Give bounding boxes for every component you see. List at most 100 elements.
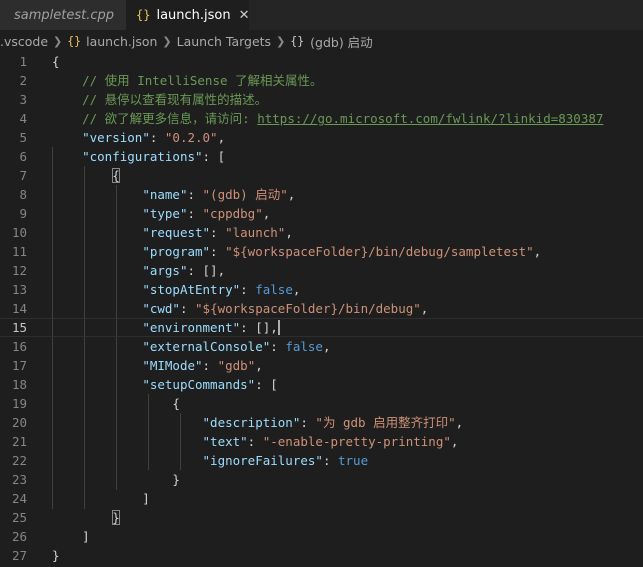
punctuation	[52, 377, 142, 392]
boolean-value: false	[285, 339, 323, 354]
punctuation: :	[300, 415, 316, 430]
code-line[interactable]: 22 "ignoreFailures": true	[0, 451, 643, 470]
code-line[interactable]: 17 "MIMode": "gdb",	[0, 356, 643, 375]
code-line[interactable]: 27}	[0, 546, 643, 565]
code-text: // 欲了解更多信息，请访问: https://go.microsoft.com…	[52, 109, 603, 128]
code-line[interactable]: 23 }	[0, 470, 643, 489]
string-value: "-enable-pretty-printing"	[262, 434, 451, 449]
code-text: // 使用 IntelliSense 了解相关属性。	[52, 71, 322, 90]
punctuation: :	[187, 206, 203, 221]
line-number: 27	[11, 548, 27, 563]
code-text: "configurations": [	[52, 147, 225, 166]
code-line[interactable]: 19 {	[0, 394, 643, 413]
punctuation: :	[240, 282, 256, 297]
code-line[interactable]: 12 "args": [],	[0, 261, 643, 280]
code-line[interactable]: 26 ]	[0, 527, 643, 546]
json-key: "stopAtEntry"	[142, 282, 241, 297]
punctuation: ,	[420, 301, 429, 316]
line-number: 23	[11, 472, 27, 487]
code-line[interactable]: 7 {	[0, 166, 643, 185]
code-text: "stopAtEntry": false,	[52, 280, 300, 299]
punctuation: : [],	[187, 263, 226, 278]
breadcrumb-item-launch-targets[interactable]: Launch Targets	[177, 34, 271, 49]
breadcrumb-item-launch-json[interactable]: launch.json	[86, 34, 157, 49]
code-text: {	[52, 394, 180, 413]
line-number: 7	[19, 168, 27, 183]
code-text: "name": "(gdb) 启动",	[52, 185, 295, 204]
json-key: "version"	[82, 130, 150, 145]
code-text: {	[52, 166, 120, 185]
json-key: "text"	[202, 434, 248, 449]
punctuation: : [],	[240, 320, 278, 335]
punctuation: ,	[255, 358, 263, 373]
code-text: ]	[52, 527, 90, 546]
code-line[interactable]: 21 "text": "-enable-pretty-printing",	[0, 432, 643, 451]
code-line[interactable]: 20 "description": "为 gdb 启用整齐打印",	[0, 413, 643, 432]
tab-launch-json[interactable]: {} launch.json ✕	[126, 0, 250, 30]
string-value: "cppdbg"	[202, 206, 263, 221]
code-line[interactable]: 11 "program": "${workspaceFolder}/bin/de…	[0, 242, 643, 261]
code-text: "ignoreFailures": true	[52, 451, 369, 470]
line-number: 1	[19, 54, 27, 69]
json-key: "description"	[202, 415, 301, 430]
line-number: 2	[19, 73, 27, 88]
code-line[interactable]: 25 }	[0, 508, 643, 527]
code-line[interactable]: 3 // 悬停以查看现有属性的描述。	[0, 90, 643, 109]
code-text: }	[52, 470, 180, 489]
code-editor[interactable]: 1{2 // 使用 IntelliSense 了解相关属性。 3 // 悬停以查看…	[0, 52, 643, 567]
string-value: "${workspaceFolder}/bin/debug/sampletest…	[225, 244, 534, 259]
punctuation: :	[149, 130, 165, 145]
line-number: 4	[19, 111, 27, 126]
code-text: "setupCommands": [	[52, 375, 278, 394]
punctuation: : [	[255, 377, 278, 392]
punctuation: :	[202, 358, 218, 373]
punctuation: }	[52, 548, 60, 563]
json-key: "environment"	[142, 320, 241, 335]
code-text: "description": "为 gdb 启用整齐打印",	[52, 413, 464, 432]
punctuation	[52, 244, 142, 259]
code-line[interactable]: 9 "type": "cppdbg",	[0, 204, 643, 223]
code-line[interactable]: 15 "environment": [],	[0, 318, 643, 337]
code-line[interactable]: 13 "stopAtEntry": false,	[0, 280, 643, 299]
punctuation: :	[247, 434, 263, 449]
punctuation	[52, 510, 112, 525]
line-number: 21	[11, 434, 27, 449]
line-number: 25	[11, 510, 27, 525]
line-number: 10	[11, 225, 27, 240]
code-line[interactable]: 8 "name": "(gdb) 启动",	[0, 185, 643, 204]
tab-label: sampletest.cpp	[14, 7, 115, 23]
close-icon[interactable]: ✕	[239, 8, 250, 23]
code-line[interactable]: 1{	[0, 52, 643, 71]
punctuation	[52, 434, 203, 449]
code-text: "cwd": "${workspaceFolder}/bin/debug",	[52, 299, 428, 318]
breadcrumb-item-gdb-launch[interactable]: (gdb) 启动	[310, 32, 373, 51]
line-number: 13	[11, 282, 27, 297]
code-line[interactable]: 10 "request": "launch",	[0, 223, 643, 242]
punctuation: :	[210, 244, 226, 259]
string-value: "gdb"	[217, 358, 256, 373]
code-line[interactable]: 6 "configurations": [	[0, 147, 643, 166]
code-text: // 悬停以查看现有属性的描述。	[52, 90, 267, 109]
code-line[interactable]: 24 ]	[0, 489, 643, 508]
code-line[interactable]: 5 "version": "0.2.0",	[0, 128, 643, 147]
json-file-icon: {}	[67, 34, 82, 48]
punctuation: }	[52, 472, 180, 487]
code-line[interactable]: 4 // 欲了解更多信息，请访问: https://go.microsoft.c…	[0, 109, 643, 128]
comment-link[interactable]: https://go.microsoft.com/fwlink/?linkid=…	[257, 111, 603, 126]
code-line[interactable]: 2 // 使用 IntelliSense 了解相关属性。	[0, 71, 643, 90]
string-value: "${workspaceFolder}/bin/debug"	[195, 301, 421, 316]
punctuation: ,	[287, 187, 296, 202]
code-line[interactable]: 16 "externalConsole": false,	[0, 337, 643, 356]
breadcrumb-item-vscode[interactable]: .vscode	[0, 34, 48, 49]
code-line[interactable]: 14 "cwd": "${workspaceFolder}/bin/debug"…	[0, 299, 643, 318]
code-line[interactable]: 18 "setupCommands": [	[0, 375, 643, 394]
string-value: "(gdb) 启动"	[202, 187, 288, 202]
punctuation	[52, 320, 142, 335]
punctuation: ,	[322, 339, 331, 354]
code-text: "externalConsole": false,	[52, 337, 330, 356]
code-text: "MIMode": "gdb",	[52, 356, 263, 375]
json-file-icon: {}	[136, 8, 151, 22]
tab-sampletest-cpp[interactable]: sampletest.cpp	[0, 0, 126, 30]
string-value: "launch"	[225, 225, 286, 240]
line-number: 12	[11, 263, 27, 278]
